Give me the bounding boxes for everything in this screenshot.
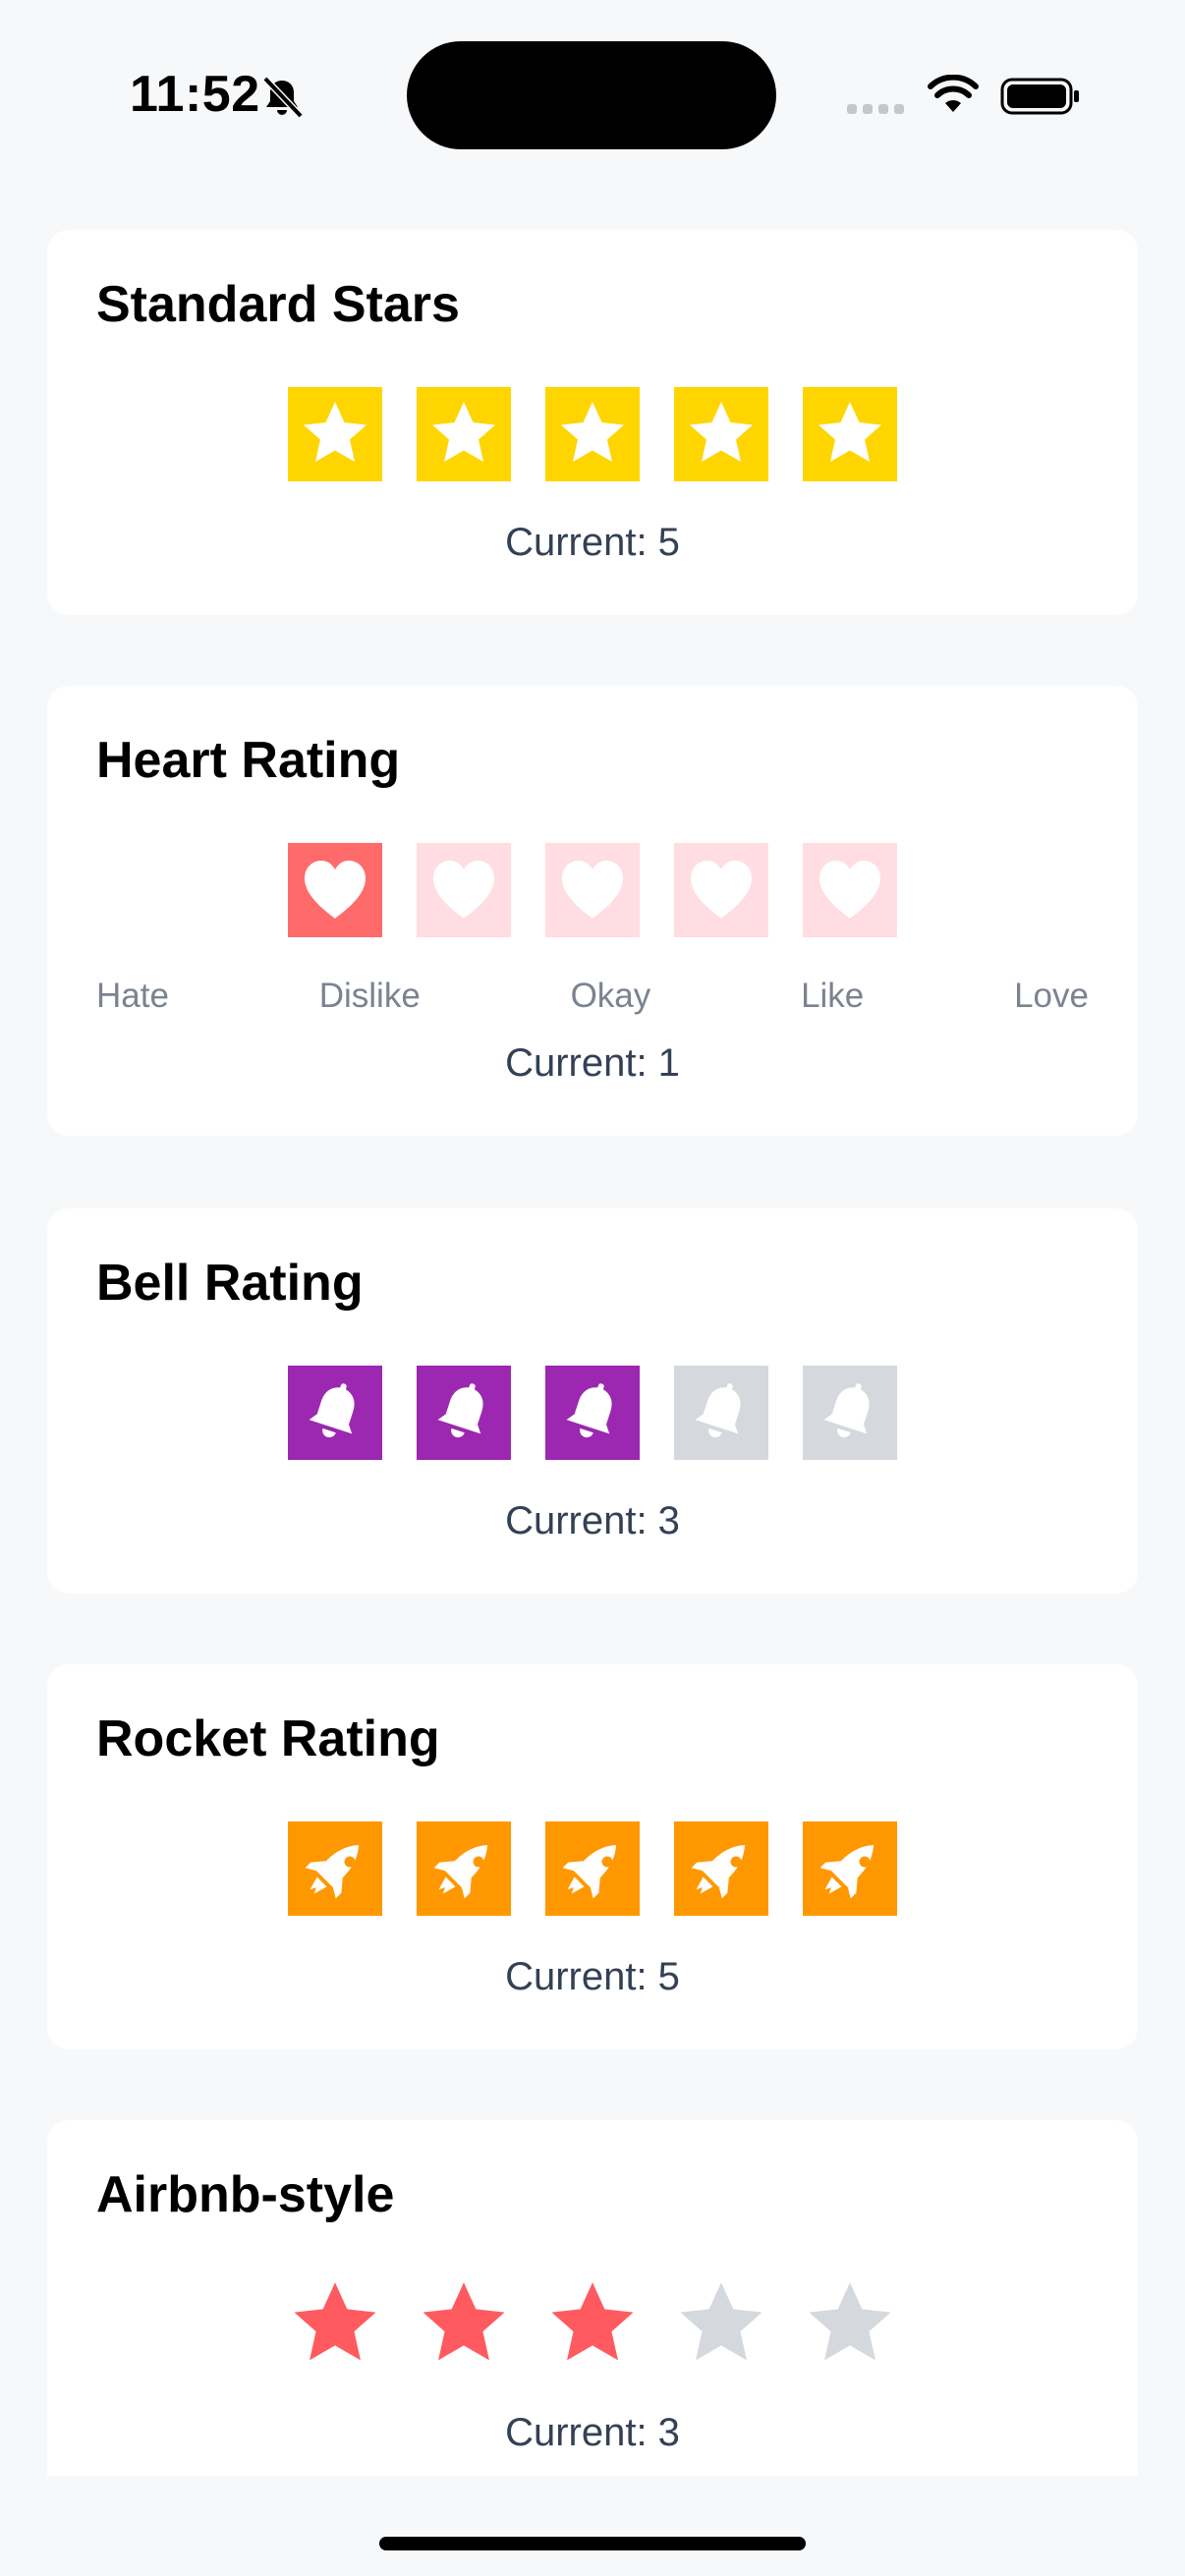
rating-option-5[interactable] <box>803 387 897 481</box>
heart-icon <box>562 861 623 919</box>
rating-option-4[interactable] <box>674 1366 768 1460</box>
status-time: 11:52 <box>130 66 260 123</box>
rating-option-3[interactable] <box>545 843 640 937</box>
bell-icon <box>566 1383 612 1438</box>
heart-icon <box>305 861 366 919</box>
rating-row <box>47 387 1138 481</box>
rating-option-4[interactable] <box>674 1821 768 1916</box>
rocket-icon <box>691 1844 746 1899</box>
rating-label-love: Love <box>1014 977 1089 1015</box>
star-icon <box>561 402 624 462</box>
star-icon <box>294 2282 376 2361</box>
star-icon <box>818 402 881 462</box>
rating-option-2[interactable] <box>417 2277 511 2372</box>
rating-option-2[interactable] <box>417 1366 511 1460</box>
card-title: Heart Rating <box>96 732 401 789</box>
current-value: Current: 1 <box>505 1041 680 1085</box>
bell-icon <box>437 1383 483 1438</box>
card-title: Airbnb-style <box>96 2166 395 2223</box>
star-icon <box>680 2282 762 2361</box>
rating-option-4[interactable] <box>674 2277 768 2372</box>
rocket-icon <box>819 1844 875 1899</box>
rocket-icon <box>433 1844 488 1899</box>
rating-label-dislike: Dislike <box>318 977 421 1015</box>
rating-option-4[interactable] <box>674 843 768 937</box>
rating-option-1[interactable] <box>288 1366 382 1460</box>
card-title: Rocket Rating <box>96 1710 440 1767</box>
rating-option-2[interactable] <box>417 1821 511 1916</box>
status-bar: 11:52 <box>0 0 1185 187</box>
airbnb-rating-card: Airbnb-style Current: 3 <box>47 2120 1138 2476</box>
rating-option-3[interactable] <box>545 1821 640 1916</box>
current-value: Current: 3 <box>505 1499 680 1542</box>
home-indicator[interactable] <box>379 2537 806 2550</box>
star-icon <box>690 402 753 462</box>
current-value: Current: 5 <box>505 1955 680 1998</box>
rating-row <box>47 2277 1138 2372</box>
rating-option-3[interactable] <box>545 2277 640 2372</box>
rating-row <box>47 1821 1138 1916</box>
dynamic-island <box>407 41 776 149</box>
rating-option-5[interactable] <box>803 1366 897 1460</box>
heart-icon <box>691 861 752 919</box>
bell-rating-card: Bell Rating Current: 3 <box>47 1208 1138 1594</box>
rating-label-okay: Okay <box>570 977 651 1015</box>
bell-icon <box>695 1383 741 1438</box>
rating-option-1[interactable] <box>288 1821 382 1916</box>
rating-option-4[interactable] <box>674 387 768 481</box>
rating-option-1[interactable] <box>288 843 382 937</box>
wifi-icon <box>928 75 979 112</box>
standard-stars-card: Standard Stars Current: 5 <box>47 230 1138 615</box>
rating-option-3[interactable] <box>545 1366 640 1460</box>
bell-icon <box>309 1383 355 1438</box>
card-title: Standard Stars <box>96 276 460 333</box>
rating-row <box>47 1366 1138 1460</box>
rating-option-2[interactable] <box>417 387 511 481</box>
bell-slash-icon <box>262 76 304 119</box>
rating-option-3[interactable] <box>545 387 640 481</box>
heart-icon <box>433 861 494 919</box>
star-icon <box>304 402 367 462</box>
rocket-rating-card: Rocket Rating Current: 5 <box>47 1664 1138 2049</box>
rating-option-5[interactable] <box>803 2277 897 2372</box>
current-value: Current: 3 <box>505 2411 680 2454</box>
star-icon <box>432 402 495 462</box>
cellular-signal-icon <box>847 104 904 114</box>
heart-icon <box>819 861 880 919</box>
star-icon <box>551 2282 634 2361</box>
rating-label-hate: Hate <box>96 977 169 1015</box>
star-icon <box>809 2282 891 2361</box>
star-icon <box>423 2282 505 2361</box>
bell-icon <box>823 1383 870 1438</box>
rocket-icon <box>562 1844 617 1899</box>
heart-rating-card: Heart Rating Hate Dislike Okay Like Love… <box>47 686 1138 1136</box>
rating-option-1[interactable] <box>288 387 382 481</box>
card-title: Bell Rating <box>96 1255 364 1312</box>
rating-option-1[interactable] <box>288 2277 382 2372</box>
rating-row <box>47 843 1138 937</box>
rocket-icon <box>305 1844 360 1899</box>
battery-icon <box>1000 78 1079 115</box>
rating-label-like: Like <box>801 977 865 1015</box>
rating-option-5[interactable] <box>803 1821 897 1916</box>
current-value: Current: 5 <box>505 521 680 564</box>
rating-option-2[interactable] <box>417 843 511 937</box>
rating-labels: Hate Dislike Okay Like Love <box>96 977 1089 1016</box>
rating-option-5[interactable] <box>803 843 897 937</box>
